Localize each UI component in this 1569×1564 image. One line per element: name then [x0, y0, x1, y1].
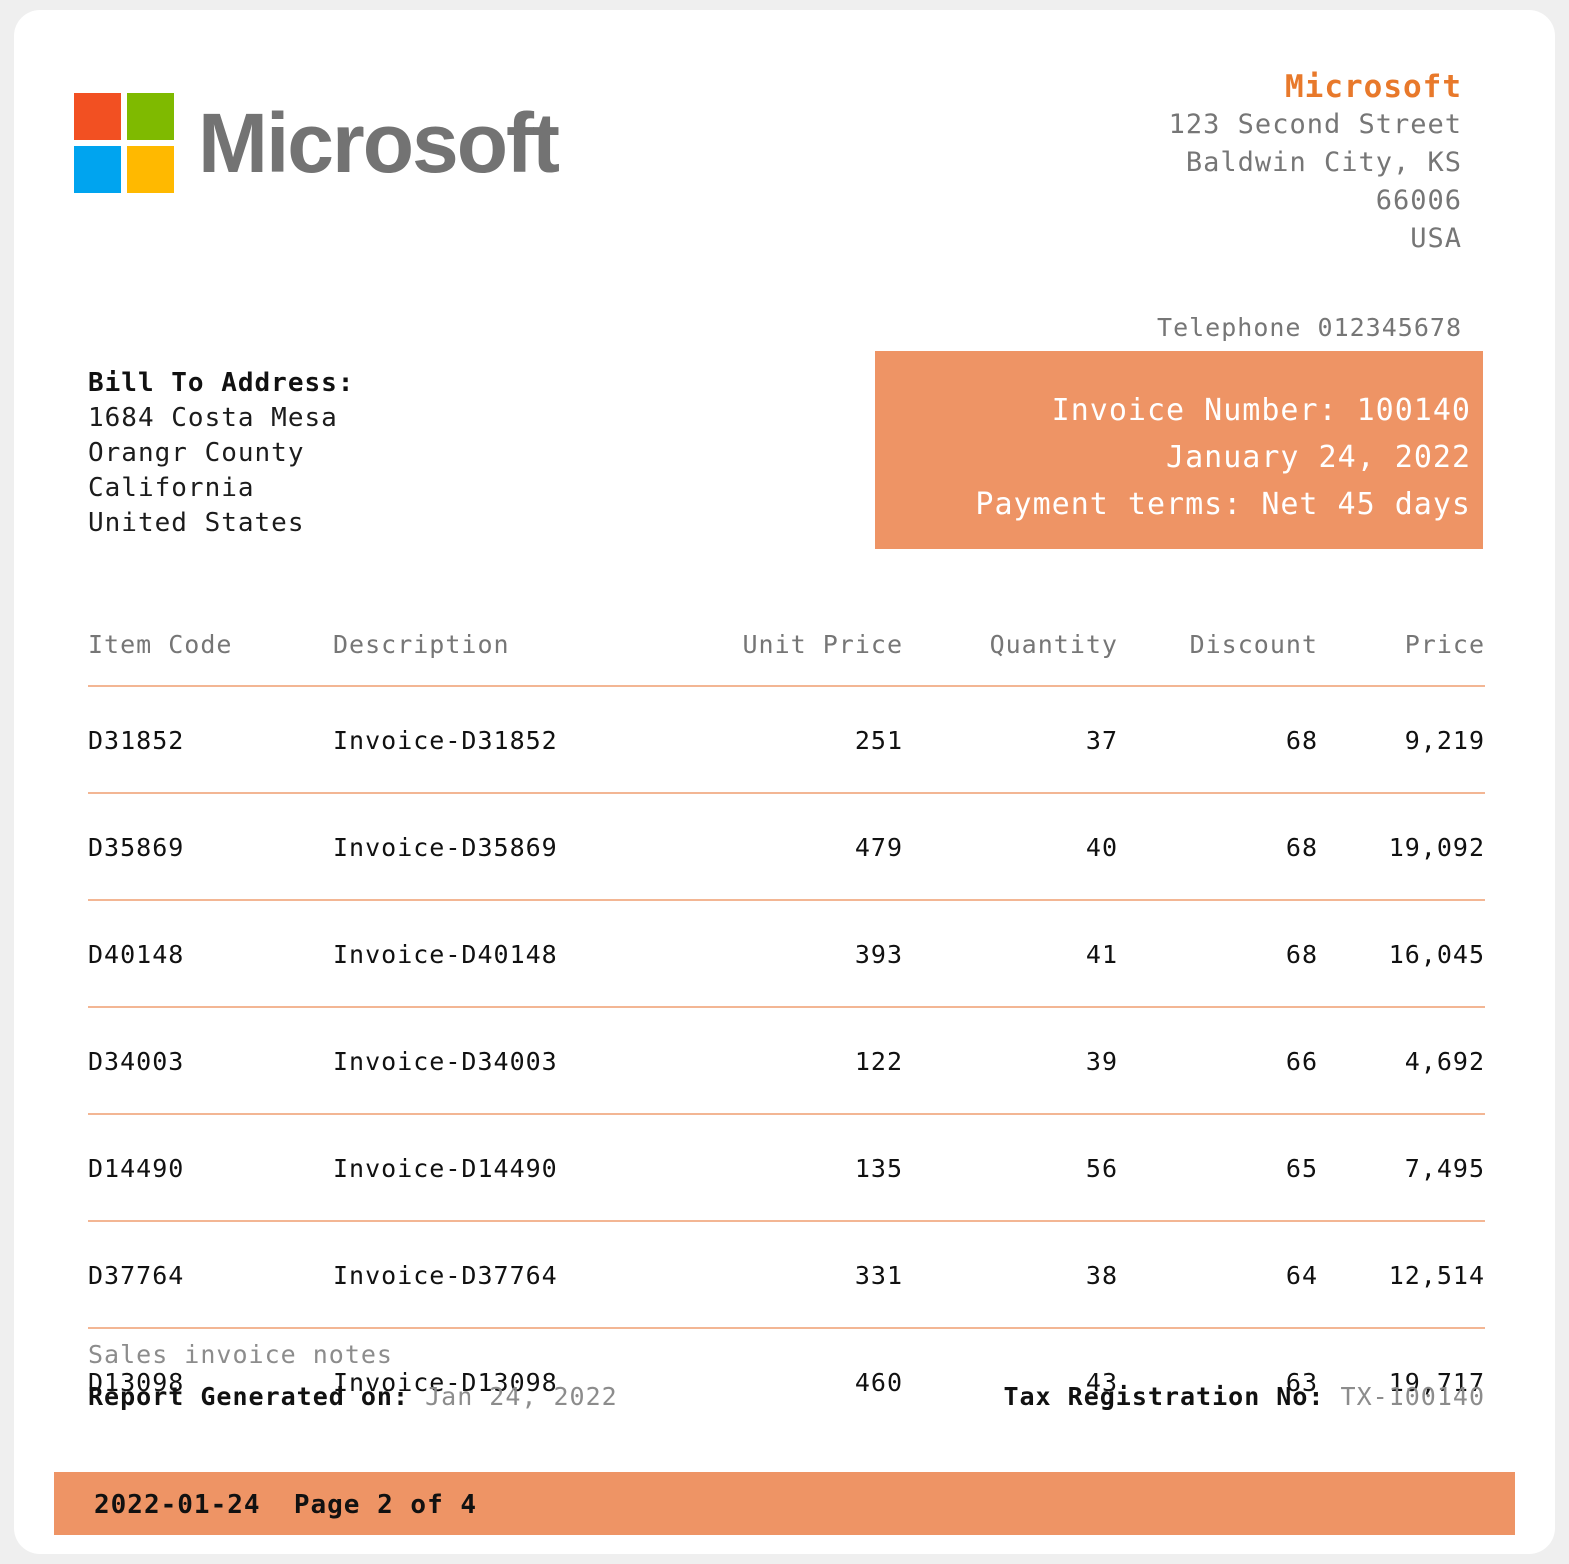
report-generated-value: Jan 24, 2022 — [425, 1382, 618, 1411]
table-row: D34003 Invoice-D34003 122 39 66 4,692 — [88, 1007, 1485, 1115]
notes-title: Sales invoice notes — [88, 1340, 393, 1369]
column-header-price: Price — [1318, 630, 1485, 687]
cell-quantity: 39 — [903, 1007, 1118, 1115]
cell-unit-price: 479 — [673, 793, 903, 901]
cell-discount: 68 — [1118, 686, 1318, 794]
tax-registration-value: TX-100140 — [1340, 1382, 1485, 1411]
cell-price: 16,045 — [1318, 900, 1485, 1008]
cell-unit-price: 331 — [673, 1221, 903, 1329]
cell-quantity: 38 — [903, 1221, 1118, 1329]
company-address-line-3: 66006 — [1375, 185, 1462, 216]
line-items-table: Item Code Description Unit Price Quantit… — [88, 630, 1485, 1434]
microsoft-logo: Microsoft — [74, 93, 560, 193]
logo-square-green-icon — [127, 93, 174, 140]
cell-description: Invoice-D37764 — [333, 1221, 673, 1329]
cell-item-code: D37764 — [88, 1221, 333, 1329]
cell-description: Invoice-D40148 — [333, 900, 673, 1008]
page-footer-bar: 2022-01-24 Page 2 of 4 — [54, 1472, 1515, 1535]
cell-discount: 68 — [1118, 900, 1318, 1008]
cell-unit-price: 393 — [673, 900, 903, 1008]
cell-discount: 68 — [1118, 793, 1318, 901]
tax-registration-label: Tax Registration No: — [1003, 1382, 1325, 1411]
company-name: Microsoft — [1285, 69, 1462, 105]
report-generated-label: Report Generated on: — [88, 1382, 410, 1411]
invoice-header: Microsoft Microsoft 123 Second Street Ba… — [14, 10, 1555, 342]
table-row: D35869 Invoice-D35869 479 40 68 19,092 — [88, 793, 1485, 901]
footer-page-info: 2022-01-24 Page 2 of 4 — [94, 1490, 478, 1520]
notes-row: Report Generated on: Jan 24, 2022 Tax Re… — [88, 1382, 1485, 1411]
column-header-item-code: Item Code — [88, 630, 333, 687]
cell-discount: 64 — [1118, 1221, 1318, 1329]
cell-price: 19,092 — [1318, 793, 1485, 901]
bill-to-title: Bill To Address: — [88, 368, 355, 398]
invoice-page: Microsoft Microsoft 123 Second Street Ba… — [14, 10, 1555, 1554]
bill-to-line-1: 1684 Costa Mesa — [88, 403, 338, 433]
invoice-meta-box: Invoice Number: 100140 January 24, 2022 … — [875, 351, 1483, 549]
cell-price: 7,495 — [1318, 1114, 1485, 1222]
cell-item-code: D14490 — [88, 1114, 333, 1222]
cell-description: Invoice-D35869 — [333, 793, 673, 901]
cell-quantity: 41 — [903, 900, 1118, 1008]
column-header-quantity: Quantity — [903, 630, 1118, 687]
logo-wordmark: Microsoft — [198, 96, 560, 190]
column-header-discount: Discount — [1118, 630, 1318, 687]
bill-to-block: Bill To Address: 1684 Costa Mesa Orangr … — [88, 366, 354, 541]
company-address-block: Microsoft 123 Second Street Baldwin City… — [1169, 68, 1462, 258]
cell-discount: 65 — [1118, 1114, 1318, 1222]
company-address-line-2: Baldwin City, KS — [1185, 147, 1462, 178]
cell-quantity: 37 — [903, 686, 1118, 794]
table-row: D40148 Invoice-D40148 393 41 68 16,045 — [88, 900, 1485, 1008]
cell-discount: 66 — [1118, 1007, 1318, 1115]
logo-square-yellow-icon — [127, 146, 174, 193]
table-row: D37764 Invoice-D37764 331 38 64 12,514 — [88, 1221, 1485, 1329]
cell-unit-price: 251 — [673, 686, 903, 794]
cell-unit-price: 135 — [673, 1114, 903, 1222]
logo-square-blue-icon — [74, 146, 121, 193]
microsoft-logo-icon — [74, 93, 174, 193]
company-address-line-1: 123 Second Street — [1168, 109, 1462, 140]
table-row: D31852 Invoice-D31852 251 37 68 9,219 — [88, 686, 1485, 794]
cell-price: 12,514 — [1318, 1221, 1485, 1329]
cell-description: Invoice-D34003 — [333, 1007, 673, 1115]
company-address-line-4: USA — [1410, 223, 1462, 254]
company-telephone: Telephone 012345678 — [1157, 313, 1462, 342]
report-generated: Report Generated on: Jan 24, 2022 — [88, 1382, 618, 1411]
cell-item-code: D31852 — [88, 686, 333, 794]
table-row: D14490 Invoice-D14490 135 56 65 7,495 — [88, 1114, 1485, 1222]
cell-item-code: D34003 — [88, 1007, 333, 1115]
invoice-date: January 24, 2022 — [1166, 440, 1471, 475]
cell-item-code: D40148 — [88, 900, 333, 1008]
cell-quantity: 56 — [903, 1114, 1118, 1222]
cell-price: 9,219 — [1318, 686, 1485, 794]
invoice-payment-terms: Payment terms: Net 45 days — [975, 487, 1471, 522]
cell-quantity: 40 — [903, 793, 1118, 901]
bill-to-line-4: United States — [88, 508, 305, 538]
cell-price: 4,692 — [1318, 1007, 1485, 1115]
column-header-unit-price: Unit Price — [673, 630, 903, 687]
tax-registration: Tax Registration No: TX-100140 — [1003, 1382, 1485, 1411]
cell-unit-price: 122 — [673, 1007, 903, 1115]
cell-item-code: D35869 — [88, 793, 333, 901]
bill-to-line-2: Orangr County — [88, 438, 305, 468]
table-header-row: Item Code Description Unit Price Quantit… — [88, 630, 1485, 687]
invoice-notes: Sales invoice notes Report Generated on:… — [88, 1340, 1485, 1411]
cell-description: Invoice-D31852 — [333, 686, 673, 794]
logo-square-red-icon — [74, 93, 121, 140]
column-header-description: Description — [333, 630, 673, 687]
bill-to-line-3: California — [88, 473, 255, 503]
invoice-number: Invoice Number: 100140 — [1051, 393, 1471, 428]
cell-description: Invoice-D14490 — [333, 1114, 673, 1222]
